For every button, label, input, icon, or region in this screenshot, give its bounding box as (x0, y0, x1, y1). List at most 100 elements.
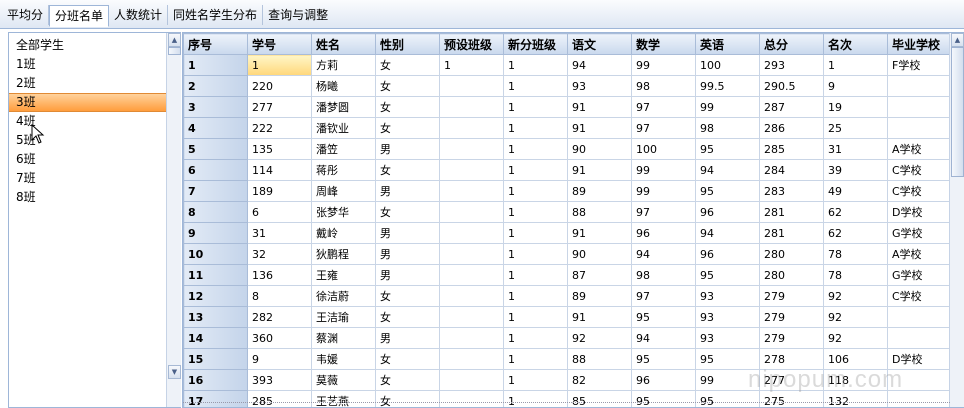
table-cell[interactable]: 1 (440, 55, 504, 76)
table-cell[interactable]: 99 (696, 97, 760, 118)
row-header-cell[interactable]: 5 (184, 139, 248, 160)
table-cell[interactable]: 99 (632, 55, 696, 76)
table-cell[interactable]: 189 (248, 181, 312, 202)
table-cell[interactable]: 31 (824, 139, 888, 160)
table-cell[interactable] (440, 160, 504, 181)
table-cell[interactable]: 39 (824, 160, 888, 181)
table-cell[interactable]: 1 (504, 370, 568, 391)
table-cell[interactable]: 98 (696, 118, 760, 139)
table-cell[interactable]: 135 (248, 139, 312, 160)
table-cell[interactable]: 1 (504, 160, 568, 181)
table-cell[interactable] (440, 328, 504, 349)
table-cell[interactable]: 284 (760, 160, 824, 181)
table-cell[interactable]: 94 (696, 160, 760, 181)
table-cell[interactable]: 91 (568, 97, 632, 118)
table-cell[interactable]: 114 (248, 160, 312, 181)
table-cell[interactable]: 94 (568, 55, 632, 76)
table-cell[interactable]: 1 (504, 286, 568, 307)
table-cell[interactable]: 93 (696, 307, 760, 328)
table-cell[interactable]: 287 (760, 97, 824, 118)
table-cell[interactable]: 男 (376, 265, 440, 286)
class-item[interactable]: 3班 (9, 93, 166, 112)
table-cell[interactable]: 女 (376, 307, 440, 328)
table-cell[interactable] (888, 328, 951, 349)
table-cell[interactable]: 男 (376, 223, 440, 244)
tab-1[interactable]: 分班名单 (49, 5, 109, 27)
table-cell[interactable] (440, 349, 504, 370)
table-cell[interactable]: 女 (376, 55, 440, 76)
row-header-cell[interactable]: 1 (184, 55, 248, 76)
table-cell[interactable]: 97 (632, 202, 696, 223)
table-cell[interactable]: 31 (248, 223, 312, 244)
table-cell[interactable] (888, 307, 951, 328)
table-cell[interactable] (888, 97, 951, 118)
table-cell[interactable]: 98 (632, 76, 696, 97)
column-header[interactable]: 性别 (376, 34, 440, 55)
table-cell[interactable]: 韦媛 (312, 349, 376, 370)
table-cell[interactable]: C学校 (888, 181, 951, 202)
table-cell[interactable]: 279 (760, 307, 824, 328)
column-header[interactable]: 语文 (568, 34, 632, 55)
table-cell[interactable] (440, 265, 504, 286)
row-header-cell[interactable]: 15 (184, 349, 248, 370)
table-cell[interactable]: 男 (376, 328, 440, 349)
table-cell[interactable]: 王雍 (312, 265, 376, 286)
table-cell[interactable]: 1 (504, 139, 568, 160)
table-cell[interactable]: 92 (824, 286, 888, 307)
table-cell[interactable]: 94 (696, 223, 760, 244)
tab-4[interactable]: 查询与调整 (263, 5, 333, 25)
table-cell[interactable]: C学校 (888, 160, 951, 181)
table-cell[interactable]: 女 (376, 370, 440, 391)
table-cell[interactable]: 莫薇 (312, 370, 376, 391)
table-cell[interactable]: 女 (376, 160, 440, 181)
column-header[interactable]: 姓名 (312, 34, 376, 55)
row-header-cell[interactable]: 11 (184, 265, 248, 286)
table-row[interactable]: 11方莉女1194991002931F学校 (184, 55, 951, 76)
table-cell[interactable]: 281 (760, 202, 824, 223)
row-header-cell[interactable]: 12 (184, 286, 248, 307)
table-cell[interactable]: 280 (760, 244, 824, 265)
table-cell[interactable]: 张梦华 (312, 202, 376, 223)
table-cell[interactable]: 88 (568, 349, 632, 370)
table-cell[interactable]: 周峰 (312, 181, 376, 202)
table-cell[interactable] (440, 76, 504, 97)
class-item[interactable]: 全部学生 (9, 36, 166, 55)
table-cell[interactable] (440, 244, 504, 265)
table-cell[interactable]: 282 (248, 307, 312, 328)
table-cell[interactable]: 62 (824, 223, 888, 244)
table-cell[interactable] (440, 118, 504, 139)
table-cell[interactable]: 93 (696, 328, 760, 349)
table-cell[interactable]: 94 (632, 328, 696, 349)
table-cell[interactable]: 281 (760, 223, 824, 244)
table-cell[interactable]: 100 (696, 55, 760, 76)
table-cell[interactable] (440, 370, 504, 391)
table-cell[interactable]: 6 (248, 202, 312, 223)
table-row[interactable]: 4222潘钦业女191979828625 (184, 118, 951, 139)
table-cell[interactable]: 1 (504, 265, 568, 286)
table-cell[interactable] (440, 286, 504, 307)
table-cell[interactable]: 95 (632, 307, 696, 328)
table-cell[interactable] (440, 202, 504, 223)
table-cell[interactable]: 285 (760, 139, 824, 160)
table-cell[interactable]: 97 (632, 286, 696, 307)
row-header-cell[interactable]: 6 (184, 160, 248, 181)
column-header[interactable]: 学号 (248, 34, 312, 55)
table-cell[interactable]: 88 (568, 202, 632, 223)
table-cell[interactable]: 290.5 (760, 76, 824, 97)
table-cell[interactable]: 91 (568, 223, 632, 244)
table-cell[interactable] (888, 76, 951, 97)
table-cell[interactable]: 1 (504, 244, 568, 265)
row-header-cell[interactable]: 10 (184, 244, 248, 265)
table-cell[interactable]: 1 (504, 202, 568, 223)
row-header-cell[interactable]: 8 (184, 202, 248, 223)
table-cell[interactable]: 狄鹏程 (312, 244, 376, 265)
table-cell[interactable]: 1 (504, 349, 568, 370)
class-list-scrollbar[interactable]: ▲ ▼ (166, 33, 181, 407)
table-cell[interactable]: 93 (568, 76, 632, 97)
table-cell[interactable]: 女 (376, 202, 440, 223)
table-cell[interactable]: 94 (632, 244, 696, 265)
column-header[interactable]: 总分 (760, 34, 824, 55)
column-header[interactable]: 新分班级 (504, 34, 568, 55)
table-cell[interactable]: 1 (824, 55, 888, 76)
table-cell[interactable]: 92 (568, 328, 632, 349)
